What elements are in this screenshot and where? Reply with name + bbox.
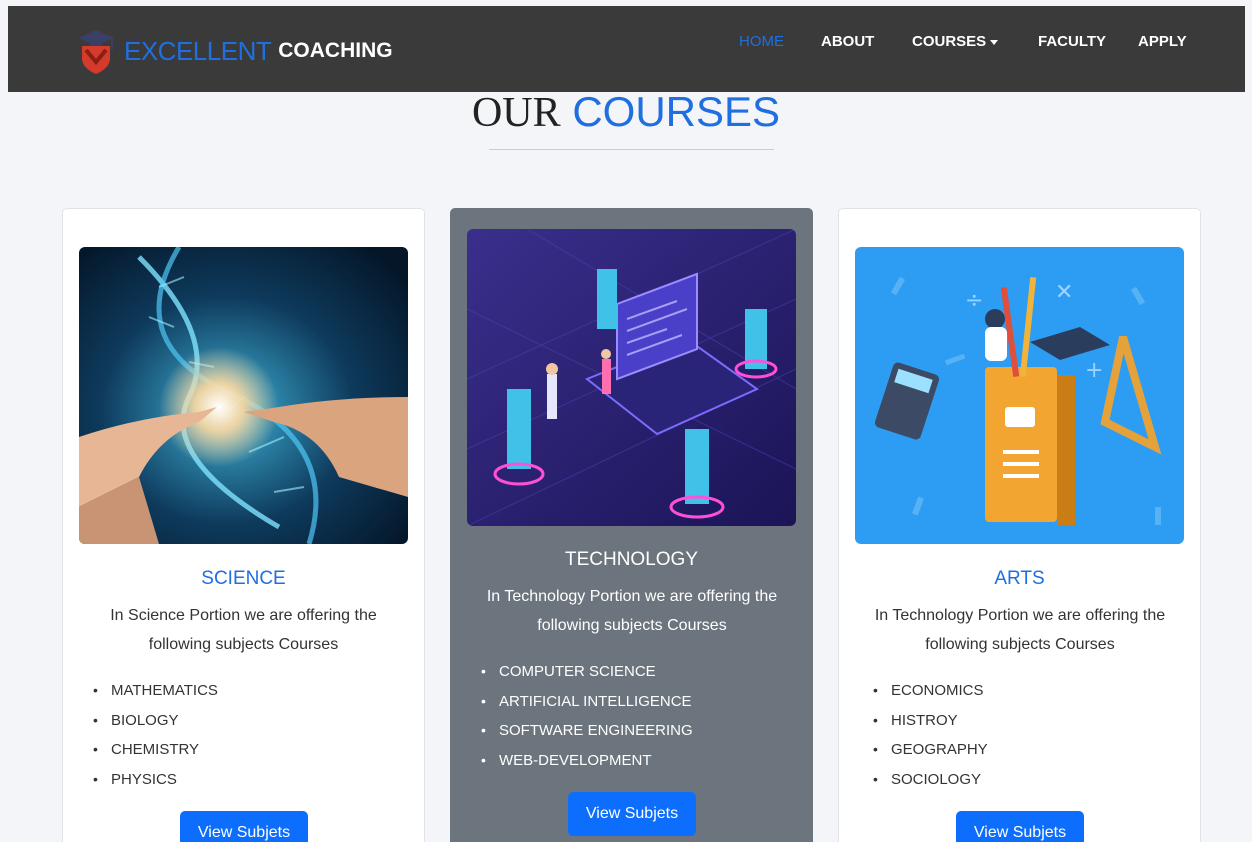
view-subjects-button-arts[interactable]: View Subjets <box>956 811 1084 842</box>
brand-name-coaching: COACHING <box>278 39 393 62</box>
course-card-science: SCIENCE In Science Portion we are offeri… <box>62 208 425 842</box>
card-description-science: In Science Portion we are offering the f… <box>110 607 377 653</box>
subject-item: CHEMISTRY <box>93 735 218 765</box>
title-courses: COURSES <box>572 88 781 135</box>
subject-item: SOFTWARE ENGINEERING <box>481 716 693 746</box>
subject-list-technology: COMPUTER SCIENCE ARTIFICIAL INTELLIGENCE… <box>481 657 693 775</box>
subject-item: HISTROY <box>873 706 988 736</box>
subject-list-science: MATHEMATICS BIOLOGY CHEMISTRY PHYSICS <box>93 676 218 794</box>
card-title-science: SCIENCE <box>201 568 286 589</box>
course-card-arts: ✕ ÷ + ARTS In Technology Portion we are … <box>838 208 1201 842</box>
subject-item: ECONOMICS <box>873 676 988 706</box>
nav-home[interactable]: HOME <box>739 33 784 50</box>
nav-about[interactable]: ABOUT <box>821 33 874 50</box>
books-education-image: ✕ ÷ + <box>855 247 1184 544</box>
svg-text:✕: ✕ <box>1055 280 1073 305</box>
subject-item: GEOGRAPHY <box>873 735 988 765</box>
subject-item: COMPUTER SCIENCE <box>481 657 693 687</box>
nav-courses[interactable]: COURSES <box>912 33 999 50</box>
nav-faculty[interactable]: FACULTY <box>1038 33 1106 50</box>
card-title-arts: ARTS <box>994 568 1045 589</box>
subject-item: PHYSICS <box>93 765 218 795</box>
nav-courses-label: COURSES <box>912 33 987 50</box>
navbar: EXCELLENT COACHING HOME ABOUT COURSES FA… <box>8 6 1245 92</box>
svg-text:+: + <box>1085 358 1103 383</box>
caret-down-icon <box>990 39 999 45</box>
card-title-technology: TECHNOLOGY <box>564 549 699 570</box>
brand[interactable]: EXCELLENT COACHING <box>74 26 393 76</box>
view-subjects-button-technology[interactable]: View Subjets <box>568 792 696 836</box>
view-subjects-button-science[interactable]: View Subjets <box>180 811 308 842</box>
logo-icon <box>74 26 118 76</box>
isometric-laptop-servers-image <box>467 229 796 526</box>
subject-list-arts: ECONOMICS HISTROY GEOGRAPHY SOCIOLOGY <box>873 676 988 794</box>
subject-item: WEB-DEVELOPMENT <box>481 746 693 776</box>
card-description-arts: In Technology Portion we are offering th… <box>874 607 1166 653</box>
page-title: OUR COURSES <box>0 88 1252 137</box>
subject-item: ARTIFICIAL INTELLIGENCE <box>481 687 693 717</box>
course-card-technology: TECHNOLOGY In Technology Portion we are … <box>450 208 813 842</box>
nav-apply[interactable]: APPLY <box>1138 33 1187 50</box>
subject-item: BIOLOGY <box>93 706 218 736</box>
subject-item: SOCIOLOGY <box>873 765 988 795</box>
svg-text:÷: ÷ <box>965 288 983 313</box>
card-description-technology: In Technology Portion we are offering th… <box>486 588 778 634</box>
brand-name-excellent: EXCELLENT <box>124 35 272 66</box>
subject-item: MATHEMATICS <box>93 676 218 706</box>
title-our: OUR <box>471 90 561 136</box>
dna-hands-image <box>79 247 408 544</box>
title-divider <box>489 149 774 150</box>
